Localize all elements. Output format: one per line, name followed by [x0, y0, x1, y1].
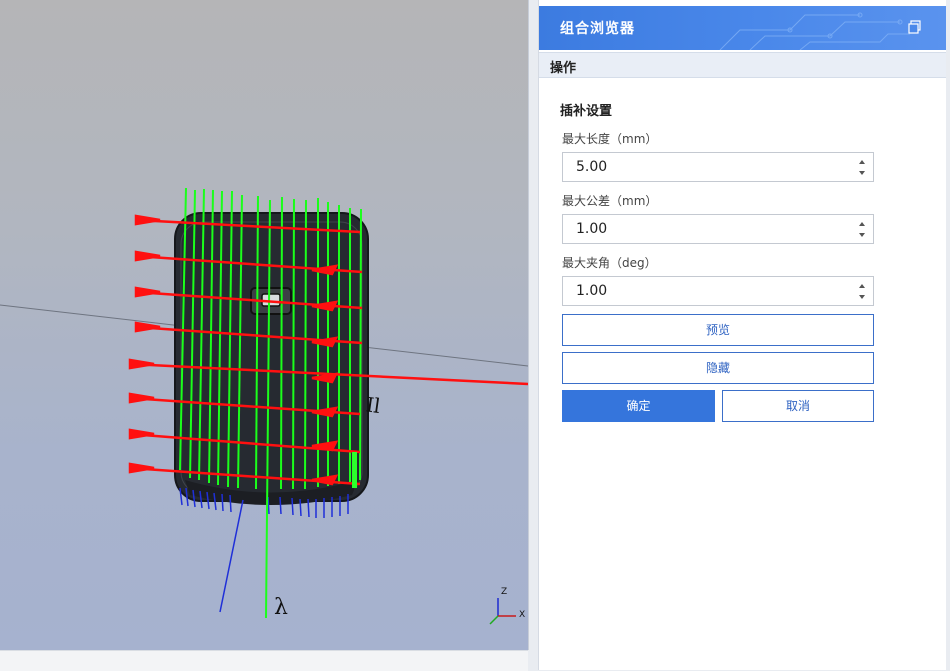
model-axis-label: λ — [274, 595, 288, 620]
panel-header: 组合浏览器 — [539, 6, 946, 50]
max-length-input[interactable]: 5.00 — [562, 152, 874, 182]
viewport-status-strip — [0, 650, 528, 671]
max-angle-value: 1.00 — [576, 283, 608, 299]
group-title: 插补设置 — [560, 104, 613, 119]
3d-scene: Il λ — [0, 187, 528, 625]
circuit-decoration — [719, 12, 910, 50]
axis-x-label: X — [519, 610, 526, 620]
hide-button[interactable]: 隐藏 — [562, 352, 874, 384]
restore-window-icon[interactable] — [908, 20, 922, 34]
max-angle-label: 最大夹角（deg） — [562, 256, 657, 270]
increment-arrow-icon[interactable] — [857, 281, 867, 291]
max-tolerance-input[interactable]: 1.00 — [562, 214, 874, 244]
decrement-arrow-icon[interactable] — [857, 230, 867, 240]
increment-arrow-icon[interactable] — [857, 157, 867, 167]
max-length-label: 最大长度（mm） — [562, 132, 658, 146]
panel-title: 组合浏览器 — [560, 21, 635, 37]
splitter[interactable] — [529, 0, 538, 670]
increment-arrow-icon[interactable] — [857, 219, 867, 229]
max-length-value: 5.00 — [576, 159, 608, 175]
confirm-button[interactable]: 确定 — [562, 390, 715, 422]
normal-vectors — [179, 487, 349, 613]
cancel-button[interactable]: 取消 — [722, 390, 874, 422]
decrement-arrow-icon[interactable] — [857, 168, 867, 178]
wire-highlight — [352, 452, 357, 488]
max-tolerance-value: 1.00 — [576, 221, 608, 237]
3d-viewport[interactable]: Il λ Z X — [0, 0, 529, 650]
model-label: Il — [364, 392, 381, 418]
combo-browser-panel: 组合浏览器 操作 插补设置 最大长度（mm） 5.00 最大公差（mm） 1.0… — [538, 0, 946, 670]
section-label: 操作 — [550, 61, 577, 76]
max-angle-input[interactable]: 1.00 — [562, 276, 874, 306]
axis-triad — [489, 598, 516, 625]
preview-button[interactable]: 预览 — [562, 314, 874, 346]
max-tolerance-label: 最大公差（mm） — [562, 194, 658, 208]
operation-section-header[interactable]: 操作 — [539, 52, 946, 78]
axis-z-label: Z — [501, 587, 508, 597]
decrement-arrow-icon[interactable] — [857, 292, 867, 302]
